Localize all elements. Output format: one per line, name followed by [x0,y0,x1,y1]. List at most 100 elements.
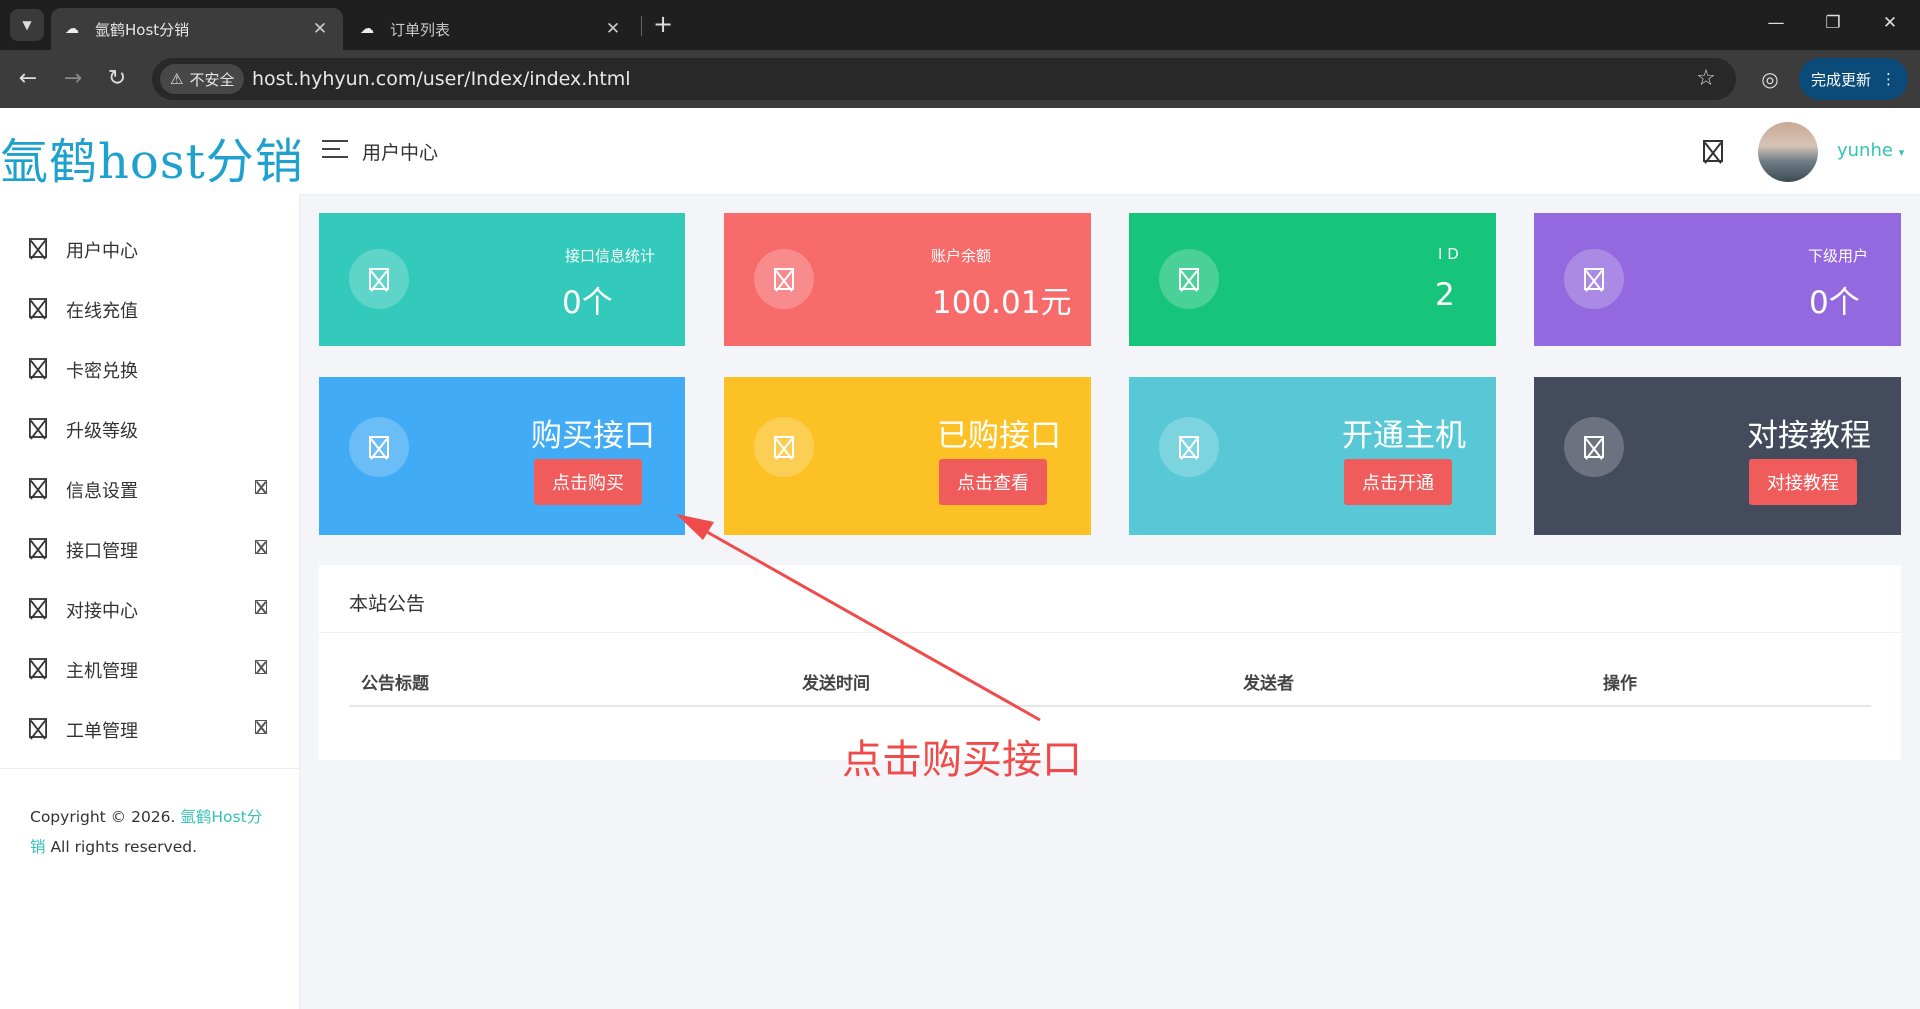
sidebar-item-host-manage[interactable]: 主机管理 [0,648,300,688]
sidebar-item-upgrade[interactable]: 升级等级 [0,408,300,448]
sidebar-item-api-manage[interactable]: 接口管理 [0,528,300,568]
sidebar-item-label: 信息设置 [66,481,138,502]
restore-button[interactable]: ❐ [1813,8,1853,38]
avatar[interactable] [1758,122,1818,182]
minimize-button[interactable]: — [1756,8,1796,38]
expand-arrow-icon [255,660,267,674]
annotation-text: 点击购买接口 [842,737,1082,783]
chevron-down-icon: ▼ [22,18,32,32]
stat-value: 0个 [562,285,613,321]
sidebar-item-label: 升级等级 [66,421,138,442]
hamburger-menu-icon[interactable] [322,140,348,160]
action-title: 开通主机 [1342,418,1466,454]
warning-icon: ⚠ [170,70,184,88]
sidebar-item-user-center[interactable]: 用户中心 [0,228,300,268]
tab-search-button[interactable]: ▼ [10,9,44,41]
sidebar-divider [0,768,300,769]
stat-icon-circle [1564,249,1624,309]
forward-button[interactable]: → [57,63,89,95]
broken-image-icon [1179,436,1199,458]
copyright-suffix: All rights reserved. [45,838,198,856]
url-text[interactable]: host.hyhyun.com/user/Index/index.html [252,58,631,100]
action-card-tutorial: 对接教程 对接教程 [1534,377,1901,535]
notice-title: 本站公告 [349,593,426,615]
stat-value: 100.01元 [932,285,1072,321]
kebab-menu-icon: ⋮ [1881,70,1896,88]
broken-image-icon [369,436,389,458]
broken-image-icon [774,268,794,290]
stat-card-sub-users: 下级用户 0个 [1534,213,1901,346]
broken-image-icon [29,358,47,378]
profile-icon[interactable]: ◎ [1754,63,1786,95]
user-dropdown[interactable]: yunhe ▾ [1837,140,1904,161]
stat-label: 接口信息统计 [564,247,655,265]
broken-image-icon[interactable] [1703,140,1723,162]
back-button[interactable]: ← [12,63,44,95]
site-logo[interactable]: 氩鹤host分销 [0,122,303,190]
action-card-purchased-api: 已购接口 点击查看 [724,377,1091,535]
tab-active[interactable]: ☁ 氩鹤Host分销 ✕ [51,8,343,50]
username: yunhe [1837,140,1893,161]
sidebar-item-recharge[interactable]: 在线充值 [0,288,300,328]
broken-image-icon [29,238,47,258]
action-card-open-host: 开通主机 点击开通 [1129,377,1496,535]
caret-down-icon: ▾ [1898,146,1905,159]
column-header-title[interactable]: 公告标题 [361,669,429,694]
buy-button[interactable]: 点击购买 [534,459,642,505]
broken-image-icon [29,538,47,558]
cloud-icon: ☁ [360,21,374,37]
column-header-sender[interactable]: 发送者 [1243,669,1294,694]
column-header-action[interactable]: 操作 [1603,669,1637,694]
open-host-button[interactable]: 点击开通 [1344,459,1452,505]
close-window-button[interactable]: ✕ [1870,8,1910,38]
stat-card-id: I D 2 [1129,213,1496,346]
address-bar[interactable]: ⚠ 不安全 host.hyhyun.com/user/Index/index.h… [152,58,1736,100]
action-icon-circle [1159,417,1219,477]
stat-label: I D [1438,245,1459,263]
broken-image-icon [29,718,47,738]
sidebar-item-card-redeem[interactable]: 卡密兑换 [0,348,300,388]
security-label: 不安全 [189,70,235,89]
sidebar: 用户中心 在线充值 卡密兑换 升级等级 信息设置 接口管理 对接中心 主机管理 … [0,194,300,1009]
security-chip[interactable]: ⚠ 不安全 [160,64,245,94]
stat-value: 0个 [1809,285,1860,321]
broken-image-icon [29,598,47,618]
close-icon[interactable]: ✕ [604,19,622,39]
reload-button[interactable]: ↻ [101,63,133,95]
view-button[interactable]: 点击查看 [939,459,1047,505]
action-title: 购买接口 [531,418,655,454]
sidebar-item-integration[interactable]: 对接中心 [0,588,300,628]
close-icon[interactable]: ✕ [311,19,329,39]
reload-icon: ↻ [107,66,127,91]
sidebar-item-label: 主机管理 [66,661,138,682]
new-tab-button[interactable]: + [648,10,678,40]
action-icon-circle [1564,417,1624,477]
notice-divider [319,632,1901,633]
tab-orders[interactable]: ☁ 订单列表 ✕ [346,8,636,50]
page-header: 氩鹤host分销 用户中心 yunhe ▾ [0,108,1920,194]
update-button[interactable]: 完成更新 ⋮ [1799,58,1908,100]
notice-table-header: 公告标题 发送时间 发送者 操作 [349,667,1871,707]
tutorial-button[interactable]: 对接教程 [1749,459,1857,505]
tab-separator [641,16,642,36]
broken-image-icon [29,658,47,678]
sidebar-item-label: 接口管理 [66,541,138,562]
browser-toolbar: ← → ↻ ⚠ 不安全 host.hyhyun.com/user/Index/i… [0,50,1920,108]
expand-arrow-icon [255,540,267,554]
broken-image-icon [1584,436,1604,458]
tab-title: 订单列表 [390,20,451,39]
sidebar-item-label: 用户中心 [66,241,138,262]
cloud-icon: ☁ [65,21,79,37]
sidebar-item-settings[interactable]: 信息设置 [0,468,300,508]
broken-image-icon [1584,268,1604,290]
browser-tab-bar: ▼ ☁ 氩鹤Host分销 ✕ ☁ 订单列表 ✕ + — ❐ ✕ [0,0,1920,50]
sidebar-item-label: 在线充值 [66,301,138,322]
stat-label: 账户余额 [931,247,992,265]
broken-image-icon [1179,268,1199,290]
column-header-time[interactable]: 发送时间 [802,669,870,694]
bookmark-star-icon[interactable]: ☆ [1690,63,1722,95]
stat-label: 下级用户 [1808,247,1869,265]
sidebar-item-tickets[interactable]: 工单管理 [0,708,300,748]
stat-card-balance: 账户余额 100.01元 [724,213,1091,346]
notice-panel: 本站公告 公告标题 发送时间 发送者 操作 [319,565,1901,760]
